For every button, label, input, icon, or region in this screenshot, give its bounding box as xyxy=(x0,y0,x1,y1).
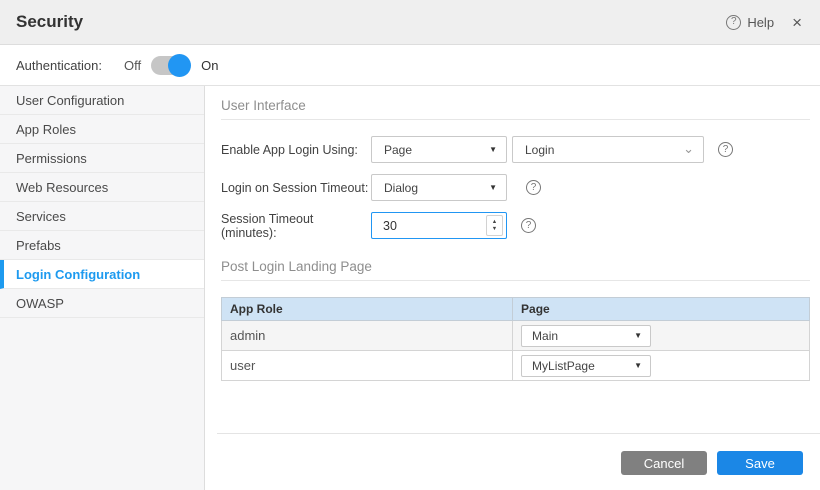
login-on-timeout-row: Login on Session Timeout: Dialog ▼ ? xyxy=(221,174,820,201)
enable-app-login-help-icon[interactable]: ? xyxy=(718,142,733,157)
session-timeout-field: ▲ ▼ xyxy=(371,212,507,239)
sidebar-item-web-resources[interactable]: Web Resources xyxy=(0,173,204,202)
help-button[interactable]: ? Help xyxy=(726,15,774,30)
sidebar-item-login-configuration[interactable]: Login Configuration xyxy=(0,260,204,289)
sidebar-item-owasp[interactable]: OWASP xyxy=(0,289,204,318)
sidebar-item-permissions[interactable]: Permissions xyxy=(0,144,204,173)
login-on-timeout-label: Login on Session Timeout: xyxy=(221,181,371,195)
post-login-landing-table: App Role Page admin Main ▼ user xyxy=(221,297,810,381)
section-title-user-interface: User Interface xyxy=(221,98,820,113)
app-role-cell: admin xyxy=(222,321,513,351)
close-icon[interactable]: × xyxy=(792,14,802,31)
toggle-off-label: Off xyxy=(124,58,141,73)
authentication-label: Authentication: xyxy=(16,58,102,73)
session-timeout-row: Session Timeout (minutes): ▲ ▼ ? xyxy=(221,212,820,239)
page-title: Security xyxy=(16,12,83,32)
admin-page-select[interactable]: Main ▼ xyxy=(521,325,651,347)
table-header-row: App Role Page xyxy=(222,298,810,321)
enable-app-login-label: Enable App Login Using: xyxy=(221,143,371,157)
caret-down-icon: ▼ xyxy=(634,331,642,340)
sidebar-item-prefabs[interactable]: Prefabs xyxy=(0,231,204,260)
timeout-behavior-select[interactable]: Dialog ▼ xyxy=(371,174,507,201)
help-icon: ? xyxy=(726,15,741,30)
cancel-button[interactable]: Cancel xyxy=(621,451,707,475)
caret-down-icon: ▼ xyxy=(489,183,497,192)
authentication-toggle[interactable] xyxy=(151,56,189,75)
app-role-cell: user xyxy=(222,351,513,381)
section-title-post-login: Post Login Landing Page xyxy=(221,259,820,274)
footer-actions: Cancel Save xyxy=(217,434,820,490)
login-page-value: Login xyxy=(525,143,554,157)
sidebar: User Configuration App Roles Permissions… xyxy=(0,86,205,490)
sidebar-item-services[interactable]: Services xyxy=(0,202,204,231)
number-stepper[interactable]: ▲ ▼ xyxy=(486,215,503,236)
toggle-on-label: On xyxy=(201,58,218,73)
session-timeout-input[interactable] xyxy=(372,219,486,233)
header: Security ? Help × xyxy=(0,0,820,45)
help-label: Help xyxy=(747,15,774,30)
session-timeout-label: Session Timeout (minutes): xyxy=(221,212,371,240)
caret-down-icon: ▼ xyxy=(489,145,497,154)
login-type-select[interactable]: Page ▼ xyxy=(371,136,507,163)
caret-down-icon: ▼ xyxy=(634,361,642,370)
sidebar-item-user-configuration[interactable]: User Configuration xyxy=(0,86,204,115)
login-config-form: Enable App Login Using: Page ▼ Login ⌄ ?… xyxy=(217,120,820,250)
chevron-down-icon: ⌄ xyxy=(683,146,694,153)
user-page-value: MyListPage xyxy=(532,359,595,373)
session-timeout-help-icon[interactable]: ? xyxy=(521,218,536,233)
main-panel: User Interface Enable App Login Using: P… xyxy=(205,86,820,490)
login-type-value: Page xyxy=(384,143,412,157)
timeout-behavior-value: Dialog xyxy=(384,181,418,195)
section-divider xyxy=(221,280,810,281)
admin-page-value: Main xyxy=(532,329,558,343)
login-page-select[interactable]: Login ⌄ xyxy=(512,136,704,163)
header-actions: ? Help × xyxy=(726,14,802,31)
post-login-table-wrap: App Role Page admin Main ▼ user xyxy=(221,297,810,381)
user-page-select[interactable]: MyListPage ▼ xyxy=(521,355,651,377)
authentication-row: Authentication: Off On xyxy=(0,45,820,86)
sidebar-item-app-roles[interactable]: App Roles xyxy=(0,115,204,144)
column-header-app-role: App Role xyxy=(222,298,513,321)
stepper-down-icon: ▼ xyxy=(492,226,497,232)
table-row: user MyListPage ▼ xyxy=(222,351,810,381)
login-on-timeout-help-icon[interactable]: ? xyxy=(526,180,541,195)
toggle-knob xyxy=(168,54,191,77)
table-row: admin Main ▼ xyxy=(222,321,810,351)
column-header-page: Page xyxy=(513,298,810,321)
enable-app-login-row: Enable App Login Using: Page ▼ Login ⌄ ? xyxy=(221,136,820,163)
save-button[interactable]: Save xyxy=(717,451,803,475)
security-dialog: Security ? Help × Authentication: Off On… xyxy=(0,0,820,490)
